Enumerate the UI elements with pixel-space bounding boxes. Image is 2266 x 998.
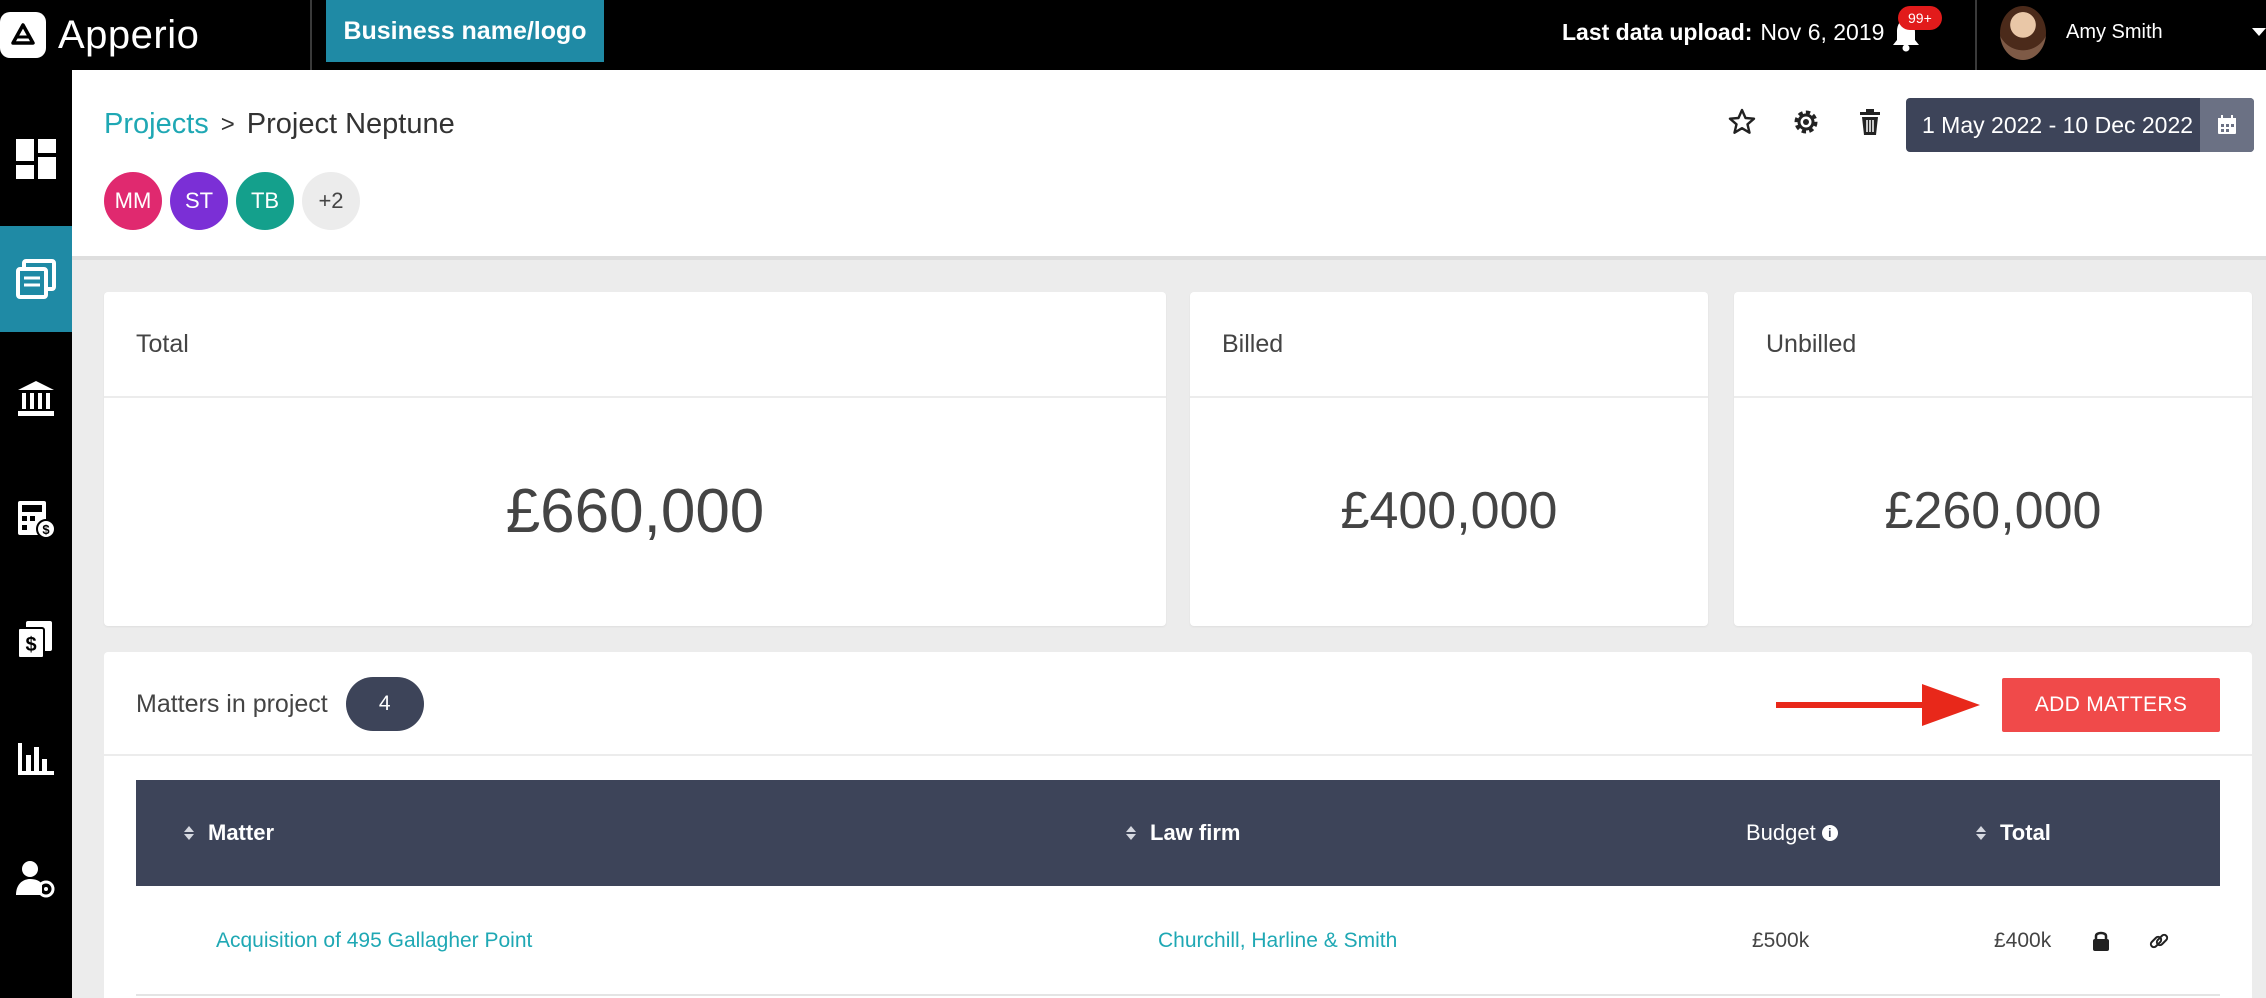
nav-calculator[interactable]: $ <box>0 466 72 572</box>
nav-invoices[interactable]: $ <box>0 586 72 692</box>
invoices-icon: $ <box>17 621 52 659</box>
member-avatar[interactable]: ST <box>170 172 228 230</box>
user-name[interactable]: Amy Smith <box>2066 0 2163 64</box>
notification-count-badge: 99+ <box>1898 6 1942 30</box>
top-bar: Apperio Business name/logo Last data upl… <box>0 0 2266 70</box>
law-firm-link[interactable]: Churchill, Harline & Smith <box>1158 886 1397 996</box>
projects-icon <box>16 259 56 299</box>
star-icon[interactable] <box>1722 102 1762 142</box>
column-law-firm-label: Law firm <box>1150 820 1241 845</box>
red-arrow-annotation <box>1776 684 1980 726</box>
billed-value: £400,000 <box>1340 482 1558 540</box>
total-value-cell: £400k <box>1994 929 2052 952</box>
total-value: £660,000 <box>505 476 765 546</box>
member-avatar[interactable]: MM <box>104 172 162 230</box>
user-menu-caret-icon[interactable] <box>2252 28 2266 36</box>
app-name: Apperio <box>58 12 200 57</box>
user-avatar[interactable] <box>2000 6 2046 60</box>
column-total[interactable]: Total <box>1976 780 2051 886</box>
column-budget[interactable]: Budget i <box>1746 780 1838 886</box>
info-icon[interactable]: i <box>1821 825 1838 841</box>
total-label: Total <box>104 292 1166 398</box>
budget-value: £500k <box>1752 929 1810 952</box>
page-title: Project Neptune <box>246 108 455 140</box>
last-upload-date: Nov 6, 2019 <box>1760 18 1885 45</box>
nav-bank[interactable] <box>0 346 72 452</box>
header-actions <box>1722 102 1914 142</box>
sort-icon <box>1976 826 1986 840</box>
billed-card: Billed £400,000 <box>1190 292 1708 626</box>
breadcrumb-separator: > <box>220 110 235 138</box>
table-header: Matter Law firm Budget i Total <box>136 780 2220 886</box>
column-law-firm[interactable]: Law firm <box>1126 780 1240 886</box>
page-header: Projects > Project Neptune MM ST TB +2 1… <box>72 70 2266 260</box>
top-divider <box>310 0 312 70</box>
matters-header: Matters in project 4 ADD MATTERS <box>104 652 2252 756</box>
apperio-logo-icon <box>0 12 46 58</box>
column-matter-label: Matter <box>208 820 275 845</box>
last-upload-label: Last data upload: <box>1562 18 1753 45</box>
table-row[interactable]: Acquisition of 495 Gallagher Point Churc… <box>136 886 2220 996</box>
matters-panel: Matters in project 4 ADD MATTERS Matter … <box>104 652 2252 998</box>
gear-icon[interactable] <box>1786 102 1826 142</box>
sort-icon <box>1126 826 1136 840</box>
lock-icon[interactable] <box>2092 886 2110 996</box>
user-settings-icon <box>16 861 55 898</box>
breadcrumb: Projects > Project Neptune <box>104 108 455 141</box>
unbilled-label: Unbilled <box>1734 292 2252 398</box>
calendar-icon[interactable] <box>2200 98 2254 152</box>
top-divider-user <box>1975 0 1977 70</box>
nav-projects[interactable] <box>0 226 72 332</box>
app-logo[interactable]: Apperio <box>0 0 199 70</box>
nav-user-settings[interactable] <box>0 826 72 932</box>
total-card: Total £660,000 <box>104 292 1166 626</box>
column-total-label: Total <box>2000 820 2051 845</box>
dashboard-icon <box>16 139 56 179</box>
add-matters-button[interactable]: ADD MATTERS <box>2002 678 2220 732</box>
breadcrumb-projects-link[interactable]: Projects <box>104 108 209 141</box>
svg-text:$: $ <box>42 522 50 537</box>
sidebar: $ $ <box>0 70 72 998</box>
nav-dashboard[interactable] <box>0 106 72 212</box>
matter-link[interactable]: Acquisition of 495 Gallagher Point <box>216 886 532 996</box>
column-budget-label: Budget <box>1746 820 1816 845</box>
business-logo-badge[interactable]: Business name/logo <box>326 0 604 62</box>
trash-icon[interactable] <box>1850 102 1890 142</box>
reports-chart-icon <box>18 743 54 775</box>
date-range-value[interactable]: 1 May 2022 - 10 Dec 2022 <box>1906 98 2200 152</box>
matters-title-text: Matters in project <box>136 689 328 718</box>
sort-icon <box>184 826 194 840</box>
date-range-picker[interactable]: 1 May 2022 - 10 Dec 2022 <box>1906 98 2254 152</box>
svg-text:$: $ <box>25 634 36 656</box>
link-icon[interactable] <box>2148 886 2170 996</box>
matters-count-badge: 4 <box>345 677 424 731</box>
matters-table: Matter Law firm Budget i Total Acquisiti… <box>136 780 2220 996</box>
last-upload-info: Last data upload: Nov 6, 2019 <box>1562 0 1884 64</box>
unbilled-value: £260,000 <box>1884 482 2102 540</box>
nav-reports[interactable] <box>0 706 72 812</box>
matters-title: Matters in project 4 <box>136 652 424 756</box>
unbilled-card: Unbilled £260,000 <box>1734 292 2252 626</box>
billed-label: Billed <box>1190 292 1708 398</box>
calculator-icon: $ <box>18 501 56 539</box>
column-matter[interactable]: Matter <box>184 780 274 886</box>
project-members: MM ST TB +2 <box>104 172 368 230</box>
bank-icon <box>18 381 54 416</box>
member-avatar[interactable]: TB <box>236 172 294 230</box>
more-members-avatar[interactable]: +2 <box>302 172 360 230</box>
